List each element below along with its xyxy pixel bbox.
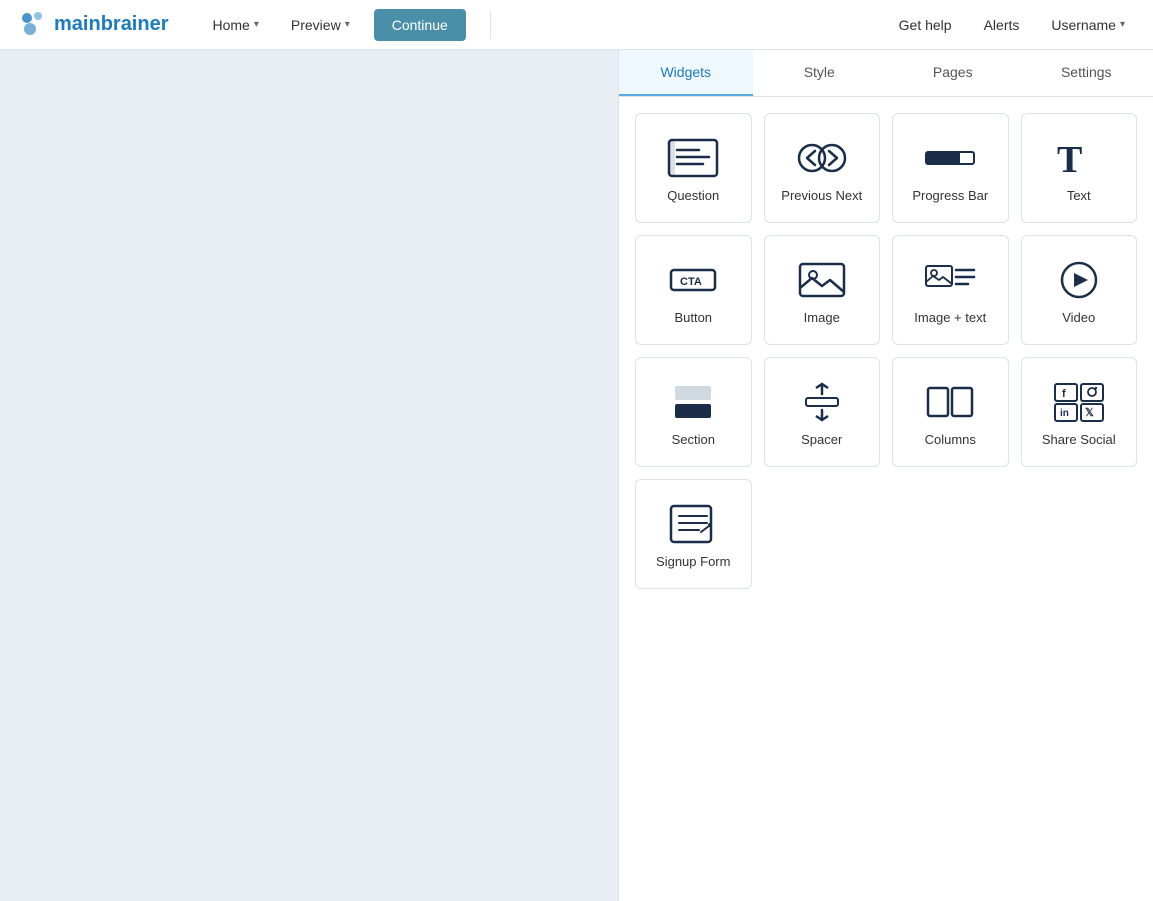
preview-chevron-icon: ▾ bbox=[345, 19, 350, 30]
video-icon bbox=[1053, 260, 1105, 300]
continue-button[interactable]: Continue bbox=[374, 9, 466, 41]
share-social-icon: f in 𝕏 bbox=[1053, 382, 1105, 422]
image-text-label: Image + text bbox=[914, 310, 986, 325]
username-label: Username bbox=[1051, 17, 1116, 33]
right-panel: Widgets Style Pages Settings Question bbox=[618, 50, 1153, 901]
preview-nav-item[interactable]: Preview ▾ bbox=[283, 13, 358, 37]
columns-icon bbox=[924, 382, 976, 422]
top-navigation: mainbrainer Home ▾ Preview ▾ Continue Ge… bbox=[0, 0, 1153, 50]
panel-tabs: Widgets Style Pages Settings bbox=[619, 50, 1153, 97]
widget-text[interactable]: T Text bbox=[1021, 113, 1138, 223]
main-content: Widgets Style Pages Settings Question bbox=[0, 50, 1153, 901]
video-label: Video bbox=[1062, 310, 1095, 325]
help-nav-item[interactable]: Get help bbox=[891, 13, 960, 37]
text-icon: T bbox=[1053, 138, 1105, 178]
columns-label: Columns bbox=[925, 432, 976, 447]
text-label: Text bbox=[1067, 188, 1091, 203]
widget-columns[interactable]: Columns bbox=[892, 357, 1009, 467]
widget-previous-next[interactable]: Previous Next bbox=[764, 113, 881, 223]
nav-right-group: Get help Alerts Username ▾ bbox=[891, 13, 1133, 37]
svg-text:CTA: CTA bbox=[680, 276, 702, 288]
logo-text: mainbrainer bbox=[54, 13, 169, 36]
help-label: Get help bbox=[899, 17, 952, 33]
progress-bar-icon bbox=[924, 138, 976, 178]
tab-widgets[interactable]: Widgets bbox=[619, 50, 753, 96]
progress-bar-label: Progress Bar bbox=[912, 188, 988, 203]
share-social-label: Share Social bbox=[1042, 432, 1116, 447]
widget-share-social[interactable]: f in 𝕏 Share Social bbox=[1021, 357, 1138, 467]
button-icon: CTA bbox=[667, 260, 719, 300]
widgets-grid: Question Previous Next bbox=[619, 97, 1153, 605]
svg-text:𝕏: 𝕏 bbox=[1085, 407, 1094, 419]
home-chevron-icon: ▾ bbox=[254, 19, 259, 30]
signup-form-icon bbox=[667, 504, 719, 544]
preview-label: Preview bbox=[291, 17, 341, 33]
previous-next-icon bbox=[796, 138, 848, 178]
username-chevron-icon: ▾ bbox=[1120, 19, 1125, 30]
image-icon bbox=[796, 260, 848, 300]
nav-divider bbox=[490, 11, 491, 39]
question-icon bbox=[667, 138, 719, 178]
tab-pages[interactable]: Pages bbox=[886, 50, 1020, 96]
button-label: Button bbox=[674, 310, 712, 325]
home-label: Home bbox=[213, 17, 250, 33]
editor-canvas[interactable] bbox=[0, 50, 618, 901]
image-text-icon bbox=[924, 260, 976, 300]
home-nav-item[interactable]: Home ▾ bbox=[205, 13, 267, 37]
tab-style[interactable]: Style bbox=[753, 50, 887, 96]
svg-text:T: T bbox=[1057, 139, 1082, 178]
section-icon bbox=[667, 382, 719, 422]
logo-icon bbox=[20, 11, 48, 39]
alerts-label: Alerts bbox=[984, 17, 1020, 33]
widget-image-text[interactable]: Image + text bbox=[892, 235, 1009, 345]
widget-section[interactable]: Section bbox=[635, 357, 752, 467]
widget-question[interactable]: Question bbox=[635, 113, 752, 223]
widget-progress-bar[interactable]: Progress Bar bbox=[892, 113, 1009, 223]
widget-video[interactable]: Video bbox=[1021, 235, 1138, 345]
widget-signup-form[interactable]: Signup Form bbox=[635, 479, 752, 589]
widget-button[interactable]: CTA Button bbox=[635, 235, 752, 345]
image-label: Image bbox=[804, 310, 840, 325]
alerts-nav-item[interactable]: Alerts bbox=[976, 13, 1028, 37]
question-label: Question bbox=[667, 188, 719, 203]
widget-spacer[interactable]: Spacer bbox=[764, 357, 881, 467]
logo[interactable]: mainbrainer bbox=[20, 11, 169, 39]
signup-form-label: Signup Form bbox=[656, 554, 730, 569]
spacer-label: Spacer bbox=[801, 432, 842, 447]
spacer-icon bbox=[796, 382, 848, 422]
svg-text:in: in bbox=[1060, 408, 1069, 419]
previous-next-label: Previous Next bbox=[781, 188, 862, 203]
widget-image[interactable]: Image bbox=[764, 235, 881, 345]
section-label: Section bbox=[672, 432, 715, 447]
svg-text:f: f bbox=[1062, 388, 1066, 400]
username-nav-item[interactable]: Username ▾ bbox=[1043, 13, 1133, 37]
tab-settings[interactable]: Settings bbox=[1020, 50, 1153, 96]
